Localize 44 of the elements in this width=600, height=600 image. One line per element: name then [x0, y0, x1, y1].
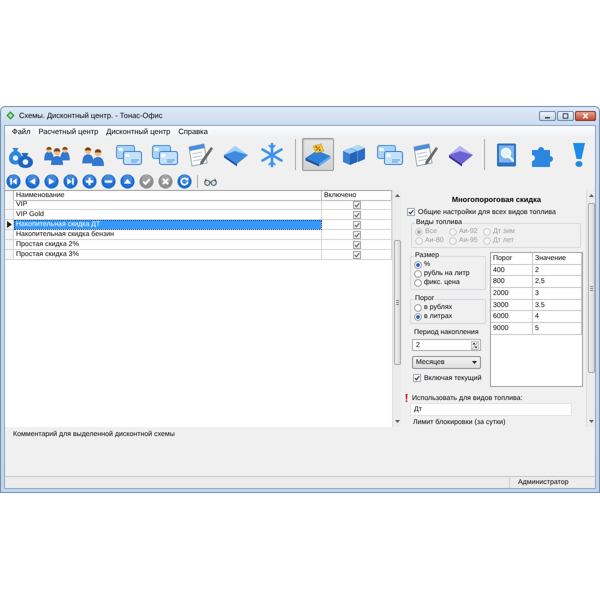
first-record-button[interactable]: [6, 174, 21, 188]
scrollbar[interactable]: [392, 190, 401, 427]
up-button[interactable]: [120, 174, 135, 188]
checkbox[interactable]: [352, 230, 360, 238]
exclamation-icon: [405, 394, 408, 402]
scroll-down-icon[interactable]: [394, 418, 400, 425]
checkbox[interactable]: [413, 374, 421, 382]
spin-arrows-icon[interactable]: [471, 340, 479, 350]
minimize-button[interactable]: [539, 111, 556, 121]
row-header[interactable]: [5, 220, 14, 230]
scroll-up-icon[interactable]: [394, 192, 400, 199]
notepad-pen-icon: [186, 140, 214, 168]
checkbox[interactable]: [352, 240, 360, 248]
radio-button[interactable]: [414, 304, 422, 312]
scroll-thumb[interactable]: [394, 240, 400, 365]
maximize-icon: [562, 113, 569, 119]
checkbox[interactable]: [352, 220, 360, 228]
checkbox[interactable]: [352, 210, 360, 218]
radio-button[interactable]: [414, 278, 422, 286]
add-button[interactable]: [82, 174, 97, 188]
toolbar-button[interactable]: [302, 138, 334, 171]
maximize-button[interactable]: [557, 111, 574, 121]
remove-button[interactable]: [101, 174, 116, 188]
caret-down-icon: [472, 361, 477, 364]
checkbox[interactable]: [352, 200, 360, 208]
checkbox[interactable]: [407, 208, 415, 216]
notepad-pen-icon: [411, 140, 440, 168]
radio-button[interactable]: [414, 270, 422, 278]
last-record-button[interactable]: [63, 174, 78, 188]
scroll-thumb[interactable]: [588, 203, 594, 373]
close-button[interactable]: [575, 111, 596, 121]
checkbox[interactable]: [352, 250, 360, 258]
scroll-down-icon[interactable]: [588, 418, 594, 425]
refresh-button[interactable]: [177, 174, 192, 188]
radio-button[interactable]: [414, 312, 422, 320]
scroll-up-icon[interactable]: [588, 192, 594, 199]
close-icon: [582, 113, 589, 119]
row-pointer-icon: [6, 221, 12, 228]
diamond-icon: [6, 111, 15, 120]
radio-button[interactable]: [414, 260, 422, 268]
next-button[interactable]: [44, 174, 59, 188]
previous-button[interactable]: [25, 174, 40, 188]
percent-book-icon: [304, 140, 332, 168]
scrollbar[interactable]: [586, 190, 595, 427]
